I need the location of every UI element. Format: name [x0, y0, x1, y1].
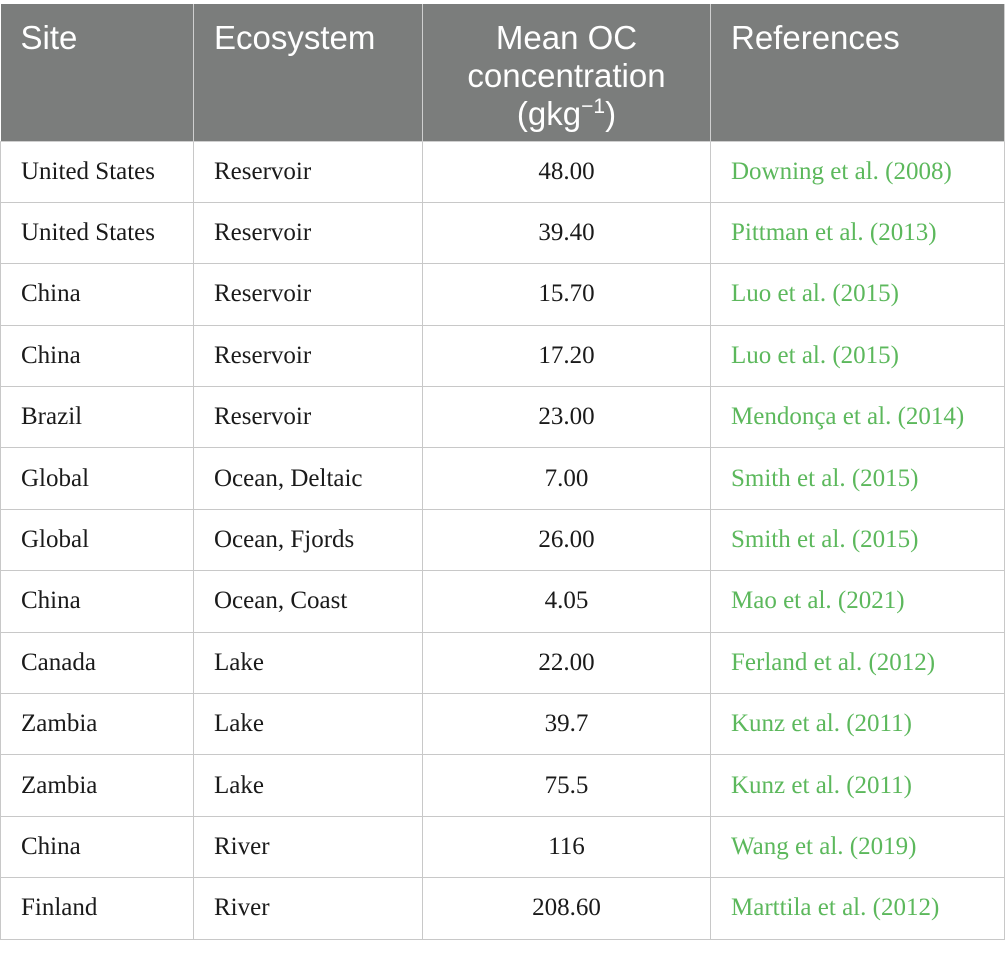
cell-reference-link[interactable]: Luo et al. (2015)	[710, 324, 1005, 388]
cell-reference-link[interactable]: Pittman et al. (2013)	[710, 201, 1005, 265]
cell-reference-link[interactable]: Kunz et al. (2011)	[710, 754, 1005, 817]
cell-site: Global	[0, 447, 194, 510]
cell-ecosystem: River	[193, 815, 423, 879]
table-row: Finland River 208.60 Marttila et al. (2012)	[0, 877, 1005, 940]
cell-mean-oc: 75.5	[422, 754, 711, 817]
cell-site: Global	[0, 508, 194, 572]
cell-ecosystem: River	[193, 877, 423, 940]
cell-reference-link[interactable]: Kunz et al. (2011)	[710, 693, 1005, 756]
table-row: Zambia Lake 75.5 Kunz et al. (2011)	[0, 754, 1005, 817]
cell-ecosystem: Lake	[193, 631, 423, 695]
cell-site: China	[0, 263, 194, 326]
cell-site: Zambia	[0, 754, 194, 817]
cell-reference-link[interactable]: Mendonça et al. (2014)	[710, 386, 1005, 449]
cell-mean-oc: 15.70	[422, 263, 711, 326]
header-mean-oc: Mean OC concentration (gkg−1)	[422, 4, 711, 142]
table-row: China Ocean, Coast 4.05 Mao et al. (2021)	[0, 570, 1005, 633]
cell-ecosystem: Reservoir	[193, 324, 423, 388]
cell-reference-link[interactable]: Ferland et al. (2012)	[710, 631, 1005, 695]
cell-site: Finland	[0, 877, 194, 940]
cell-site: Zambia	[0, 693, 194, 756]
table-row: Global Ocean, Fjords 26.00 Smith et al. (20…	[0, 508, 1005, 572]
cell-ecosystem: Reservoir	[193, 263, 423, 326]
table-header: Site Ecosystem Mean OC concentration (gk…	[0, 4, 1005, 142]
table-body: United States Reservoir 48.00 Downing et al…	[0, 140, 1005, 940]
cell-ecosystem: Ocean, Coast	[193, 570, 423, 633]
cell-mean-oc: 116	[422, 815, 711, 879]
cell-site: China	[0, 570, 194, 633]
header-references: References	[710, 4, 1005, 142]
cell-mean-oc: 39.40	[422, 201, 711, 265]
cell-mean-oc: 22.00	[422, 631, 711, 695]
header-mean-oc-line2: concentration	[467, 57, 666, 94]
cell-site: Canada	[0, 631, 194, 695]
cell-mean-oc: 23.00	[422, 386, 711, 449]
cell-reference-link[interactable]: Smith et al. (2015)	[710, 508, 1005, 572]
table-row: Canada Lake 22.00 Ferland et al. (2012)	[0, 631, 1005, 695]
cell-site: China	[0, 324, 194, 388]
cell-mean-oc: 48.00	[422, 140, 711, 203]
cell-reference-link[interactable]: Mao et al. (2021)	[710, 570, 1005, 633]
cell-site: United States	[0, 140, 194, 203]
cell-ecosystem: Ocean, Deltaic	[193, 447, 423, 510]
header-mean-oc-unit-base: (gkg	[516, 95, 582, 132]
header-mean-oc-unit-exp: −1	[581, 95, 606, 118]
cell-reference-link[interactable]: Marttila et al. (2012)	[710, 877, 1005, 940]
table-row: United States Reservoir 48.00 Downing et al…	[0, 140, 1005, 203]
header-row: Site Ecosystem Mean OC concentration (gk…	[0, 4, 1005, 142]
cell-mean-oc: 26.00	[422, 508, 711, 572]
table-row: China Reservoir 15.70 Luo et al. (2015)	[0, 263, 1005, 326]
cell-ecosystem: Ocean, Fjords	[193, 508, 423, 572]
cell-mean-oc: 17.20	[422, 324, 711, 388]
cell-reference-link[interactable]: Luo et al. (2015)	[710, 263, 1005, 326]
cell-site: United States	[0, 201, 194, 265]
cell-mean-oc: 4.05	[422, 570, 711, 633]
header-mean-oc-line1: Mean OC	[495, 19, 638, 56]
table-row: China River 116 Wang et al. (2019)	[0, 815, 1005, 879]
cell-site: Brazil	[0, 386, 194, 449]
table-row: Global Ocean, Deltaic 7.00 Smith et al. (20…	[0, 447, 1005, 510]
table-row: China Reservoir 17.20 Luo et al. (2015)	[0, 324, 1005, 388]
cell-reference-link[interactable]: Wang et al. (2019)	[710, 815, 1005, 879]
cell-site: China	[0, 815, 194, 879]
header-site: Site	[0, 4, 194, 142]
header-mean-oc-unit-close: )	[605, 95, 617, 132]
cell-ecosystem: Lake	[193, 693, 423, 756]
cell-ecosystem: Reservoir	[193, 386, 423, 449]
table-row: Zambia Lake 39.7 Kunz et al. (2011)	[0, 693, 1005, 756]
header-ecosystem: Ecosystem	[193, 4, 423, 142]
cell-ecosystem: Lake	[193, 754, 423, 817]
table-row: United States Reservoir 39.40 Pittman et al…	[0, 201, 1005, 265]
cell-ecosystem: Reservoir	[193, 201, 423, 265]
table-row: Brazil Reservoir 23.00 Mendonça et al. (201…	[0, 386, 1005, 449]
cell-reference-link[interactable]: Downing et al. (2008)	[710, 140, 1005, 203]
cell-mean-oc: 39.7	[422, 693, 711, 756]
cell-ecosystem: Reservoir	[193, 140, 423, 203]
cell-reference-link[interactable]: Smith et al. (2015)	[710, 447, 1005, 510]
oc-concentration-table: Site Ecosystem Mean OC concentration (gk…	[0, 4, 1005, 940]
cell-mean-oc: 208.60	[422, 877, 711, 940]
cell-mean-oc: 7.00	[422, 447, 711, 510]
